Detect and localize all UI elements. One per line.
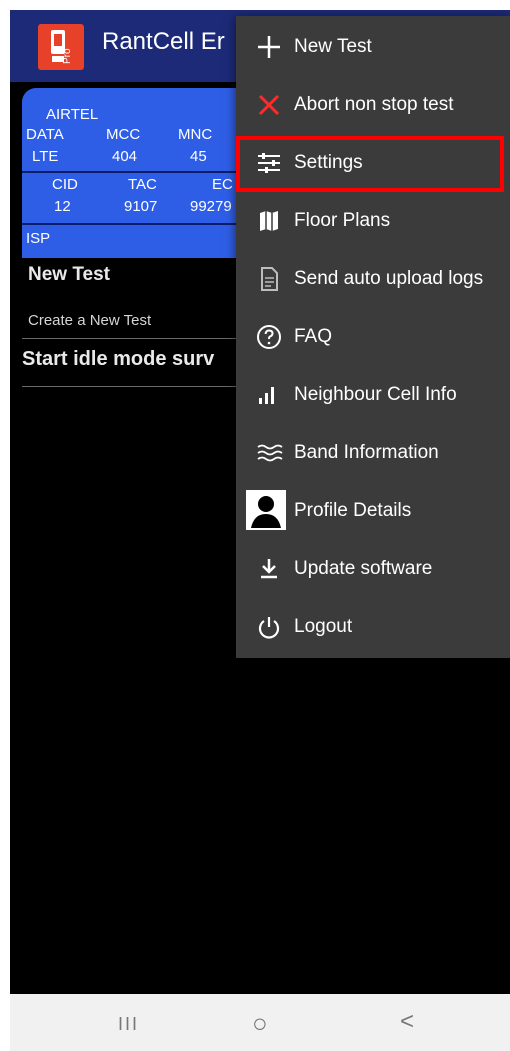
menu-item-label: Logout: [294, 616, 353, 637]
phone-screen: Pro RantCell Er AIRTEL DATA MCC MNC LTE …: [10, 10, 510, 1051]
isp-label: ISP: [26, 230, 51, 247]
document-icon: [254, 264, 284, 294]
help-icon: [254, 322, 284, 352]
value-cid: 12: [54, 198, 71, 215]
menu-item-label: Send auto upload logs: [294, 268, 484, 289]
waves-icon: [254, 438, 284, 468]
menu-item-logout[interactable]: Logout: [236, 598, 510, 656]
menu-item-label: Update software: [294, 558, 433, 579]
back-button[interactable]: <: [400, 1008, 414, 1036]
menu-item-label: Floor Plans: [294, 210, 391, 231]
header-tac: TAC: [128, 176, 157, 193]
app-logo-glyph-icon: Pro: [51, 30, 73, 64]
card-divider-2: [22, 223, 247, 225]
signal-bars-icon: [254, 380, 284, 410]
new-test-subtitle: Create a New Test: [28, 312, 152, 329]
operator-name: AIRTEL: [46, 106, 99, 123]
value-data: LTE: [32, 148, 59, 165]
map-icon: [254, 206, 284, 236]
header-mcc: MCC: [106, 126, 141, 143]
menu-item-abort-test[interactable]: Abort non stop test: [236, 76, 510, 134]
menu-item-profile-details[interactable]: Profile Details: [236, 482, 510, 540]
menu-item-label: Band Information: [294, 442, 439, 463]
value-ec: 99279: [190, 198, 232, 215]
menu-item-floor-plans[interactable]: Floor Plans: [236, 192, 510, 250]
list-divider-1: [22, 338, 250, 339]
app-logo-icon: Pro: [38, 24, 84, 70]
profile-icon: [246, 490, 286, 530]
app-title: RantCell Er: [102, 28, 225, 55]
list-divider-2: [22, 386, 250, 387]
menu-item-label: Settings: [294, 152, 363, 173]
menu-item-update-software[interactable]: Update software: [236, 540, 510, 598]
recents-button[interactable]: III: [118, 1014, 139, 1035]
plus-icon: [254, 32, 284, 62]
menu-item-label: Neighbour Cell Info: [294, 384, 457, 405]
menu-item-neighbour-cell[interactable]: Neighbour Cell Info: [236, 366, 510, 424]
sliders-icon: [254, 148, 284, 178]
menu-item-label: FAQ: [294, 326, 333, 347]
header-data: DATA: [26, 126, 64, 143]
menu-item-label: Profile Details: [294, 500, 412, 521]
header-mnc: MNC: [178, 126, 213, 143]
header-cid: CID: [52, 176, 78, 193]
home-button[interactable]: ○: [252, 1008, 268, 1039]
menu-item-band-information[interactable]: Band Information: [236, 424, 510, 482]
idle-mode-survey-title[interactable]: Start idle mode surv: [22, 348, 214, 371]
close-icon: [254, 90, 284, 120]
menu-item-send-logs[interactable]: Send auto upload logs: [236, 250, 510, 308]
menu-item-label: Abort non stop test: [294, 94, 454, 115]
value-tac: 9107: [124, 198, 158, 215]
power-icon: [254, 612, 284, 642]
menu-item-settings[interactable]: Settings: [236, 134, 510, 192]
value-mcc: 404: [112, 148, 138, 165]
menu-item-label: New Test: [294, 36, 372, 57]
card-divider-1: [22, 171, 247, 173]
system-navigation-bar: III ○ <: [10, 994, 510, 1051]
menu-item-new-test[interactable]: New Test: [236, 18, 510, 76]
value-mnc: 45: [190, 148, 207, 165]
network-info-card: AIRTEL DATA MCC MNC LTE 404 45 CID TAC E…: [22, 88, 247, 258]
download-icon: [254, 554, 284, 584]
overflow-menu: New Test Abort non stop test Settings Fl…: [236, 16, 510, 658]
svg-text:Pro: Pro: [62, 48, 73, 64]
new-test-title[interactable]: New Test: [28, 264, 110, 286]
header-ec: EC: [212, 176, 233, 193]
menu-item-faq[interactable]: FAQ: [236, 308, 510, 366]
